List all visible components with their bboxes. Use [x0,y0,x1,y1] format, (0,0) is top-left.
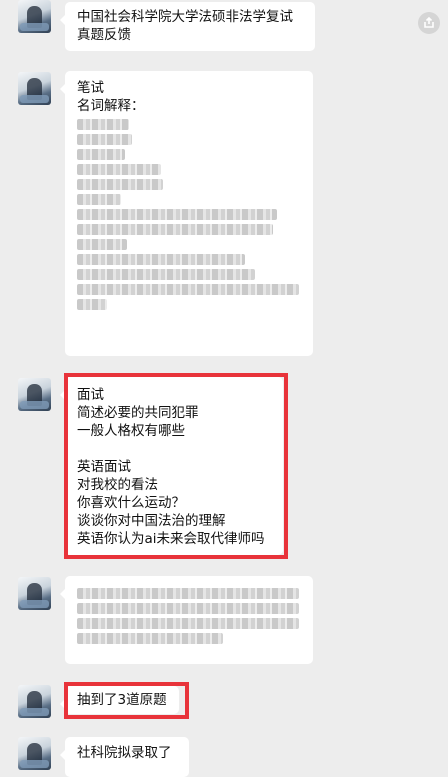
blurred-text [77,618,299,629]
message-text: 社科院拟录取了 [77,745,172,761]
highlight-box [64,373,288,559]
avatar[interactable] [18,737,51,770]
blurred-text [77,239,127,250]
avatar[interactable] [18,0,51,33]
blurred-text [77,209,277,220]
message-bubble[interactable] [60,576,313,664]
highlight-box [64,682,189,719]
blurred-text [77,134,132,145]
blurred-text [77,149,125,160]
export-icon[interactable] [418,12,440,34]
blurred-text [77,164,161,175]
message-text: 中国社会科学院大学法硕非法学复试 [77,9,293,25]
message-text: 名词解释： [77,98,145,114]
blurred-text [77,299,107,310]
avatar[interactable] [18,378,51,411]
avatar[interactable] [18,685,51,718]
blurred-text [77,633,223,644]
blurred-text [77,284,299,295]
blurred-text [77,224,273,235]
message-text: 真题反馈 [77,27,131,43]
blurred-text [77,254,245,265]
blurred-text [77,603,299,614]
blurred-text [77,588,299,599]
message-bubble[interactable]: 笔试 名词解释： [60,71,313,356]
blurred-text [77,179,163,190]
avatar[interactable] [18,577,51,610]
avatar[interactable] [18,72,51,105]
message-bubble[interactable]: 中国社会科学院大学法硕非法学复试 真题反馈 [60,2,315,51]
blurred-text [77,194,121,205]
blurred-text [77,119,129,130]
message-bubble[interactable]: 社科院拟录取了 [60,737,189,777]
blurred-text [77,269,255,280]
message-text: 笔试 [77,80,104,96]
